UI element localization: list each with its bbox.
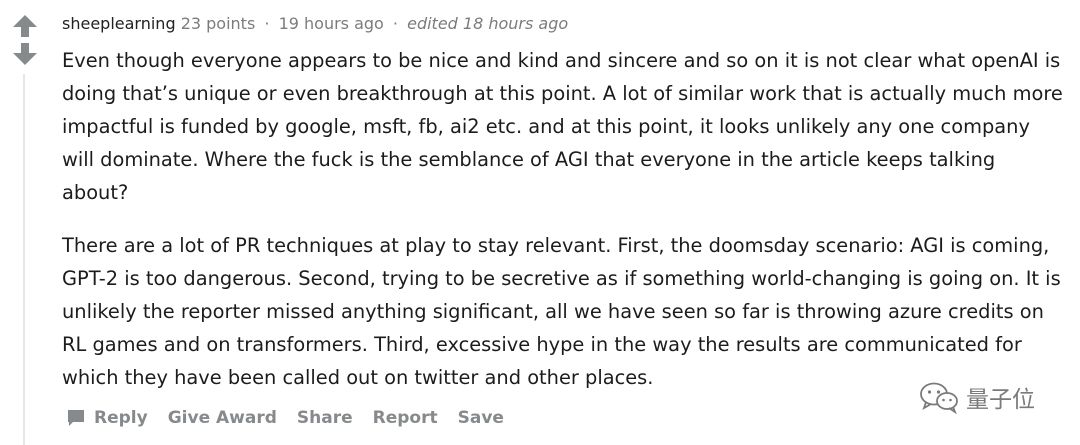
watermark-text: 量子位 <box>966 387 1035 413</box>
author-name[interactable]: sheeplearning <box>62 14 176 33</box>
share-label: Share <box>296 408 353 428</box>
watermark: 量子位 <box>918 380 1035 414</box>
comment-paragraph: There are a lot of PR techniques at play… <box>62 234 1061 389</box>
downvote-arrow-icon[interactable] <box>12 42 38 66</box>
vote-column <box>10 14 40 66</box>
meta-separator: · <box>392 14 399 33</box>
give-award-button[interactable]: Give Award <box>168 408 277 428</box>
comment-timestamp[interactable]: 19 hours ago <box>279 14 384 33</box>
report-label: Report <box>372 408 438 428</box>
thread-line[interactable] <box>23 74 25 445</box>
upvote-arrow-icon[interactable] <box>12 14 38 38</box>
reply-label: Reply <box>94 408 148 428</box>
share-button[interactable]: Share <box>297 408 353 428</box>
report-button[interactable]: Report <box>373 408 438 428</box>
comment-paragraph: Even though everyone appears to be nice … <box>62 49 1063 204</box>
comment-actions: Reply Give Award Share Report Save <box>66 408 524 428</box>
save-button[interactable]: Save <box>458 408 504 428</box>
comment-body: Even though everyone appears to be nice … <box>62 44 1067 394</box>
wechat-icon <box>920 382 958 414</box>
edited-label: edited 18 hours ago <box>407 14 569 33</box>
points-count: 23 points <box>180 14 256 33</box>
give-award-label: Give Award <box>167 408 277 428</box>
comment-meta: sheeplearning 23 points · 19 hours ago ·… <box>62 14 568 33</box>
meta-separator: · <box>264 14 270 33</box>
comment-bubble-icon <box>68 410 84 426</box>
reply-button[interactable]: Reply <box>66 408 148 428</box>
save-label: Save <box>457 408 504 428</box>
